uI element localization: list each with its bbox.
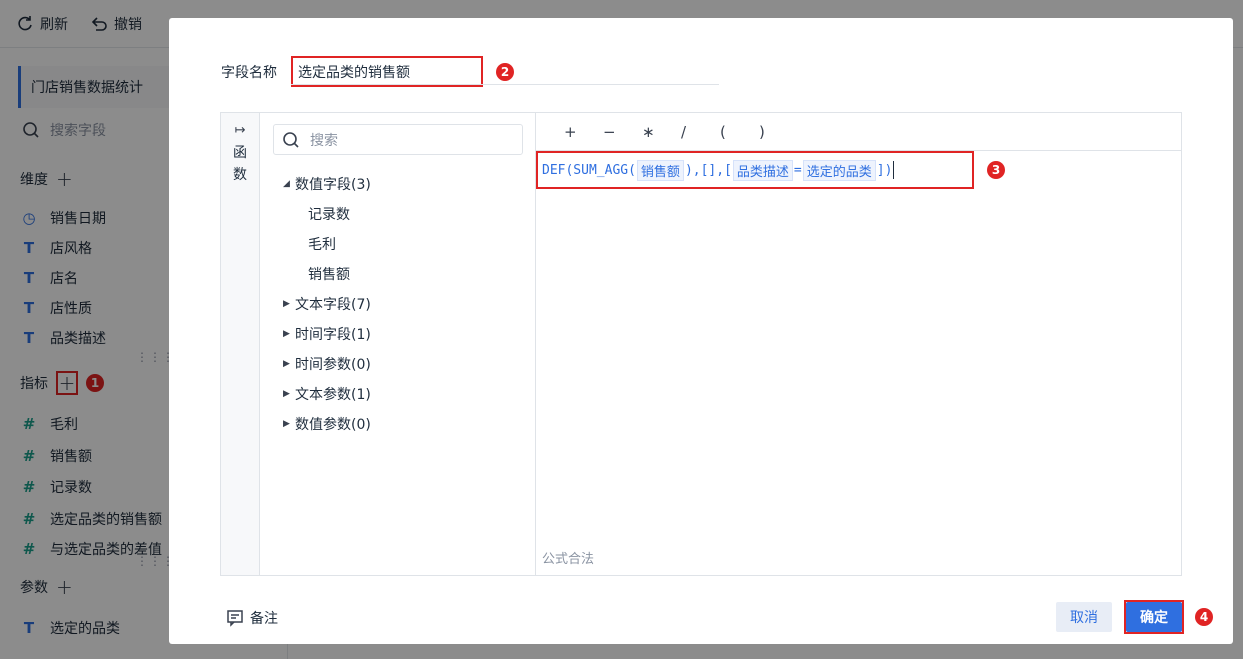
left-paren-button[interactable]: ( <box>720 123 759 141</box>
formula-end-text: ]) <box>876 162 893 178</box>
tree-leaf-label: 毛利 <box>308 237 336 253</box>
tree-group-label: 文本参数(1) <box>295 387 371 403</box>
step-badge-3: 3 <box>987 161 1005 179</box>
calc-field-dialog: 字段名称 选定品类的销售额 2 ↦ 函数 搜索 ◢ 数值字段(3) 记录数 毛利 … <box>169 18 1233 644</box>
formula-function-text: DEF(SUM_AGG( <box>542 162 636 178</box>
tree-search-input[interactable]: 搜索 <box>273 124 523 155</box>
search-icon <box>283 131 299 148</box>
text-cursor <box>893 161 895 179</box>
tree-group-numeric-params[interactable]: ▶ 数值参数(0) <box>283 414 371 434</box>
operator-bar: + − ∗ / ( ) <box>536 113 1181 151</box>
tree-group-time-fields[interactable]: ▶ 时间字段(1) <box>283 324 371 344</box>
field-name-label: 字段名称 <box>221 64 277 81</box>
formula-validity: 公式合法 <box>542 552 595 567</box>
tree-leaf[interactable]: 销售额 <box>308 264 350 284</box>
tree-group-numeric-fields[interactable]: ◢ 数值字段(3) <box>283 174 371 194</box>
formula-editor: ↦ 函数 搜索 ◢ 数值字段(3) 记录数 毛利 销售额 ▶ 文本字段(7) ▶ 时间… <box>220 112 1182 576</box>
tree-group-text-params[interactable]: ▶ 文本参数(1) <box>283 384 371 404</box>
tree-group-label: 数值参数(0) <box>295 417 371 433</box>
caret-right-icon: ▶ <box>283 359 290 369</box>
formula-param-token[interactable]: 选定的品类 <box>802 159 876 181</box>
caret-right-icon: ▶ <box>283 419 290 429</box>
formula-input[interactable]: DEF(SUM_AGG( 销售额 ),[],[ 品类描述 = 选定的品类 ]) <box>536 151 974 189</box>
ok-button[interactable]: 确定 <box>1126 602 1182 632</box>
field-tree: 搜索 ◢ 数值字段(3) 记录数 毛利 销售额 ▶ 文本字段(7) ▶ 时间字段(1)… <box>260 113 536 575</box>
note-icon <box>227 610 243 627</box>
caret-right-icon: ▶ <box>283 329 290 339</box>
tree-leaf[interactable]: 记录数 <box>308 204 350 224</box>
caret-right-icon: ▶ <box>283 299 290 309</box>
field-name-input[interactable]: 选定品类的销售额 <box>291 56 483 87</box>
field-name-underline <box>291 84 719 85</box>
formula-area: + − ∗ / ( ) DEF(SUM_AGG( 销售额 ),[],[ 品类描述… <box>536 113 1181 575</box>
tree-leaf-label: 销售额 <box>308 267 350 283</box>
formula-field-token[interactable]: 销售额 <box>636 159 684 181</box>
formula-mid-text: ),[],[ <box>684 162 732 178</box>
note-label: 备注 <box>250 611 278 627</box>
tree-search-placeholder: 搜索 <box>310 132 338 149</box>
caret-right-icon: ▶ <box>283 389 290 399</box>
tree-leaf-label: 记录数 <box>308 207 350 223</box>
tree-group-text-fields[interactable]: ▶ 文本字段(7) <box>283 294 371 314</box>
tree-group-label: 数值字段(3) <box>295 177 371 193</box>
field-name-row: 字段名称 选定品类的销售额 <box>221 56 483 87</box>
functions-toggle[interactable]: ↦ 函数 <box>221 113 260 575</box>
cancel-button[interactable]: 取消 <box>1056 602 1112 632</box>
right-paren-button[interactable]: ) <box>759 123 798 141</box>
step-badge-4: 4 <box>1195 608 1213 626</box>
functions-label: 函数 <box>233 145 247 183</box>
tree-group-time-params[interactable]: ▶ 时间参数(0) <box>283 354 371 374</box>
formula-equals-text: = <box>793 162 802 178</box>
divide-operator-button[interactable]: / <box>681 123 720 141</box>
caret-down-icon: ◢ <box>283 179 290 189</box>
multiply-operator-button[interactable]: ∗ <box>642 123 681 141</box>
tree-group-label: 文本字段(7) <box>295 297 371 313</box>
note-button[interactable]: 备注 <box>226 608 278 628</box>
plus-operator-button[interactable]: + <box>564 123 603 141</box>
step-badge-2: 2 <box>496 63 514 81</box>
tree-group-label: 时间字段(1) <box>295 327 371 343</box>
tree-group-label: 时间参数(0) <box>295 357 371 373</box>
tree-leaf[interactable]: 毛利 <box>308 234 336 254</box>
expand-panel-icon: ↦ <box>234 123 246 138</box>
minus-operator-button[interactable]: − <box>603 123 642 141</box>
formula-field-token[interactable]: 品类描述 <box>732 159 793 181</box>
